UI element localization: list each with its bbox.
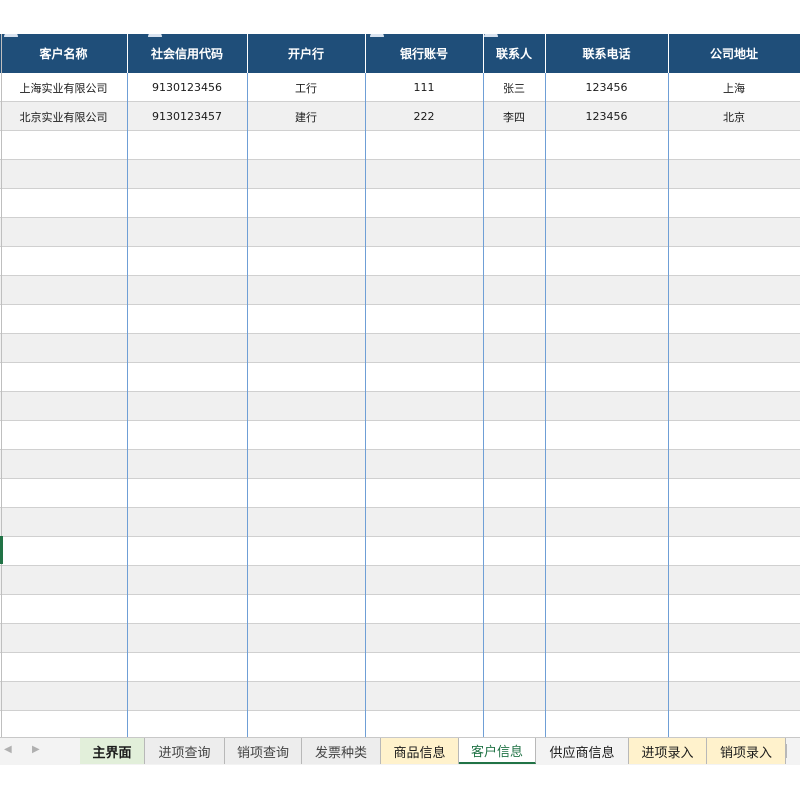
table-cell[interactable]: 建行 — [247, 102, 365, 131]
sheet-tab[interactable]: 进项查询 — [145, 738, 225, 764]
table-cell[interactable]: 123456 — [545, 73, 668, 102]
empty-row — [0, 624, 800, 653]
sheet-tab[interactable]: 商品信息 — [381, 738, 459, 764]
header-tab-notch — [370, 34, 384, 37]
empty-row — [0, 218, 800, 247]
column-header[interactable]: 社会信用代码 — [127, 34, 247, 73]
empty-row — [0, 711, 800, 737]
column-gridline — [483, 73, 484, 737]
sheet-tab[interactable]: 主界面 — [80, 738, 145, 764]
header-tab-notch — [4, 34, 18, 37]
empty-row — [0, 363, 800, 392]
empty-row — [0, 247, 800, 276]
sheet-tab[interactable]: 销项查询 — [225, 738, 302, 764]
header-tab-notch — [148, 34, 162, 37]
column-header[interactable]: 联系电话 — [545, 34, 668, 73]
empty-row — [0, 421, 800, 450]
empty-row — [0, 131, 800, 160]
active-cell-indicator — [0, 536, 3, 564]
table-row: 上海实业有限公司 9130123456 工行 111 张三 123456 上海 — [0, 73, 800, 102]
table-cell[interactable]: 9130123457 — [127, 102, 247, 131]
empty-row — [0, 392, 800, 421]
table-cell[interactable]: 222 — [365, 102, 483, 131]
table-cell[interactable]: 张三 — [483, 73, 545, 102]
empty-row — [0, 682, 800, 711]
sheet-tab[interactable]: 客户信息 — [459, 738, 536, 764]
header-separator — [365, 34, 366, 73]
empty-row — [0, 450, 800, 479]
table-row: 北京实业有限公司 9130123457 建行 222 李四 123456 北京 — [0, 102, 800, 131]
chevron-right-icon[interactable]: ▶ — [32, 744, 40, 755]
column-header[interactable]: 开户行 — [247, 34, 365, 73]
header-separator — [247, 34, 248, 73]
customer-sheet: 客户名称 社会信用代码 开户行 银行账号 联系人 联系电话 公司地址 上海实业有限公司 913… — [0, 34, 800, 737]
sheet-tab[interactable]: 销项录入 — [707, 738, 786, 764]
header-separator — [127, 34, 128, 73]
table-cell[interactable]: 上海 — [668, 73, 800, 102]
sheet-tab[interactable]: 进项录入 — [629, 738, 707, 764]
header-separator — [483, 34, 484, 73]
table-cell[interactable]: 李四 — [483, 102, 545, 131]
column-gridline — [365, 73, 366, 737]
empty-row — [0, 508, 800, 537]
sheet-tab[interactable]: 发票种类 — [302, 738, 381, 764]
sheet-tab[interactable]: 供应商信息 — [536, 738, 629, 764]
header-tab-notch — [484, 34, 498, 37]
table-cell[interactable]: 111 — [365, 73, 483, 102]
column-gridline — [545, 73, 546, 737]
column-header[interactable]: 公司地址 — [668, 34, 800, 73]
table-cell[interactable]: 9130123456 — [127, 73, 247, 102]
table-cell[interactable]: 北京实业有限公司 — [0, 102, 127, 131]
column-gridline — [668, 73, 669, 737]
empty-row — [0, 537, 800, 566]
chevron-left-icon[interactable]: ◀ — [4, 744, 12, 755]
empty-row — [0, 334, 800, 363]
table-cell[interactable]: 北京 — [668, 102, 800, 131]
column-header[interactable]: 银行账号 — [365, 34, 483, 73]
table-cell[interactable]: 123456 — [545, 102, 668, 131]
table-cell[interactable]: 上海实业有限公司 — [0, 73, 127, 102]
sheet-tab-bar: ◀ ▶ 主界面 进项查询 销项查询 发票种类 商品信息 客户信息 供应商信息 进项录入 销项录入 — [0, 737, 800, 765]
empty-row — [0, 566, 800, 595]
sheet-left-border — [1, 34, 2, 737]
tab-bar-end — [786, 744, 787, 758]
header-row: 客户名称 社会信用代码 开户行 银行账号 联系人 联系电话 公司地址 — [0, 34, 800, 73]
empty-row — [0, 305, 800, 334]
column-gridline — [247, 73, 248, 737]
empty-row — [0, 479, 800, 508]
empty-row — [0, 653, 800, 682]
table-cell[interactable]: 工行 — [247, 73, 365, 102]
empty-row — [0, 276, 800, 305]
empty-row — [0, 160, 800, 189]
header-separator — [668, 34, 669, 73]
header-separator — [545, 34, 546, 73]
column-header[interactable]: 联系人 — [483, 34, 545, 73]
column-header[interactable]: 客户名称 — [0, 34, 127, 73]
column-gridline — [127, 73, 128, 737]
empty-row — [0, 189, 800, 218]
empty-row — [0, 595, 800, 624]
